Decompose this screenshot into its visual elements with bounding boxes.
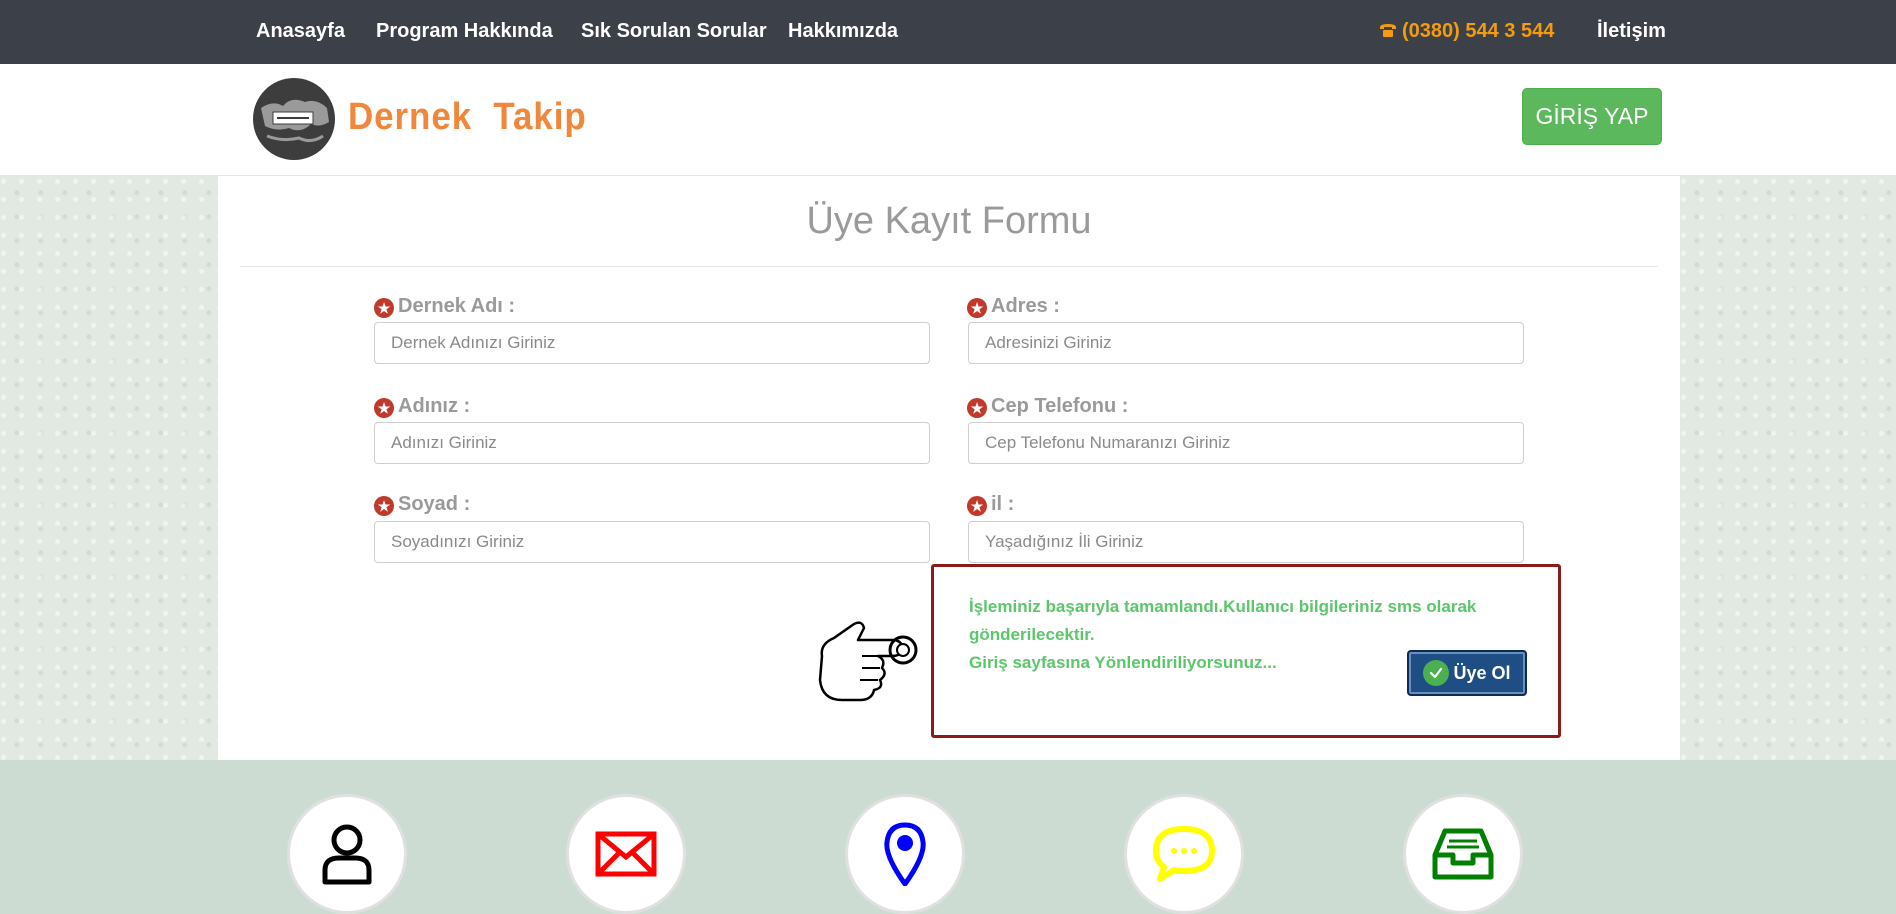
footer	[0, 760, 1896, 914]
register-button-label: Üye Ol	[1453, 662, 1511, 683]
footer-inbox-button[interactable]	[1403, 794, 1523, 914]
footer-location-button[interactable]	[845, 794, 965, 914]
required-star-icon: ★	[967, 298, 987, 318]
dernek-adi-input[interactable]	[374, 322, 930, 364]
cep-telefonu-input[interactable]	[968, 422, 1524, 464]
required-star-icon: ★	[967, 496, 987, 516]
adiniz-input[interactable]	[374, 422, 930, 464]
background-pattern-left	[0, 176, 218, 760]
footer-chat-button[interactable]	[1124, 794, 1244, 914]
phone-icon	[1380, 24, 1396, 37]
login-button[interactable]: GİRİŞ YAP	[1522, 88, 1662, 145]
il-input[interactable]	[968, 521, 1524, 563]
nav-link-hakkimizda[interactable]: Hakkımızda	[788, 20, 898, 43]
required-star-icon: ★	[967, 398, 987, 418]
phone-text: (0380) 544 3 544	[1402, 20, 1555, 42]
logo-text[interactable]: Dernek Takip	[348, 96, 587, 139]
label-adres: ★ Adres :	[967, 294, 1060, 318]
mail-icon	[595, 831, 657, 877]
chat-icon	[1153, 826, 1215, 882]
success-message-line2: gönderilecektir.	[969, 625, 1095, 644]
success-dialog: İşleminiz başarıyla tamamlandı.Kullanıcı…	[931, 564, 1561, 738]
inbox-icon	[1432, 828, 1494, 880]
page-title: Üye Kayıt Formu	[806, 200, 1092, 242]
label-adiniz: ★ Adınız :	[374, 394, 470, 418]
nav-link-anasayfa[interactable]: Anasayfa	[256, 20, 345, 43]
footer-mail-button[interactable]	[566, 794, 686, 914]
title-divider	[240, 266, 1658, 267]
pointing-hand-icon	[818, 621, 918, 702]
success-message-line1: İşleminiz başarıyla tamamlandı.Kullanıcı…	[969, 597, 1477, 616]
register-button[interactable]: Üye Ol	[1407, 650, 1527, 696]
logo-globe-icon[interactable]	[253, 78, 335, 160]
nav-link-iletisim[interactable]: İletişim	[1597, 20, 1666, 43]
background-pattern-right	[1680, 176, 1896, 760]
soyad-input[interactable]	[374, 521, 930, 563]
required-star-icon: ★	[374, 398, 394, 418]
label-cep-telefonu: ★ Cep Telefonu :	[967, 394, 1128, 418]
adres-input[interactable]	[968, 322, 1524, 364]
label-il: ★ il :	[967, 492, 1014, 516]
label-soyad: ★ Soyad :	[374, 492, 470, 516]
redirect-message: Giriş sayfasına Yönlendiriliyorsunuz...	[969, 653, 1277, 672]
top-navbar: Anasayfa Program Hakkında Sık Sorulan So…	[0, 0, 1896, 64]
check-icon	[1423, 660, 1450, 686]
user-icon	[322, 824, 372, 885]
nav-link-program-hakkinda[interactable]: Program Hakkında	[376, 20, 553, 43]
label-dernek-adi: ★ Dernek Adı :	[374, 294, 515, 318]
location-icon	[884, 822, 926, 886]
phone-number[interactable]: (0380) 544 3 544	[1378, 20, 1554, 43]
nav-link-sss[interactable]: Sık Sorulan Sorular	[581, 20, 767, 43]
required-star-icon: ★	[374, 496, 394, 516]
site-header: Dernek Takip GİRİŞ YAP	[0, 64, 1896, 176]
required-star-icon: ★	[374, 298, 394, 318]
footer-user-button[interactable]	[287, 794, 407, 914]
